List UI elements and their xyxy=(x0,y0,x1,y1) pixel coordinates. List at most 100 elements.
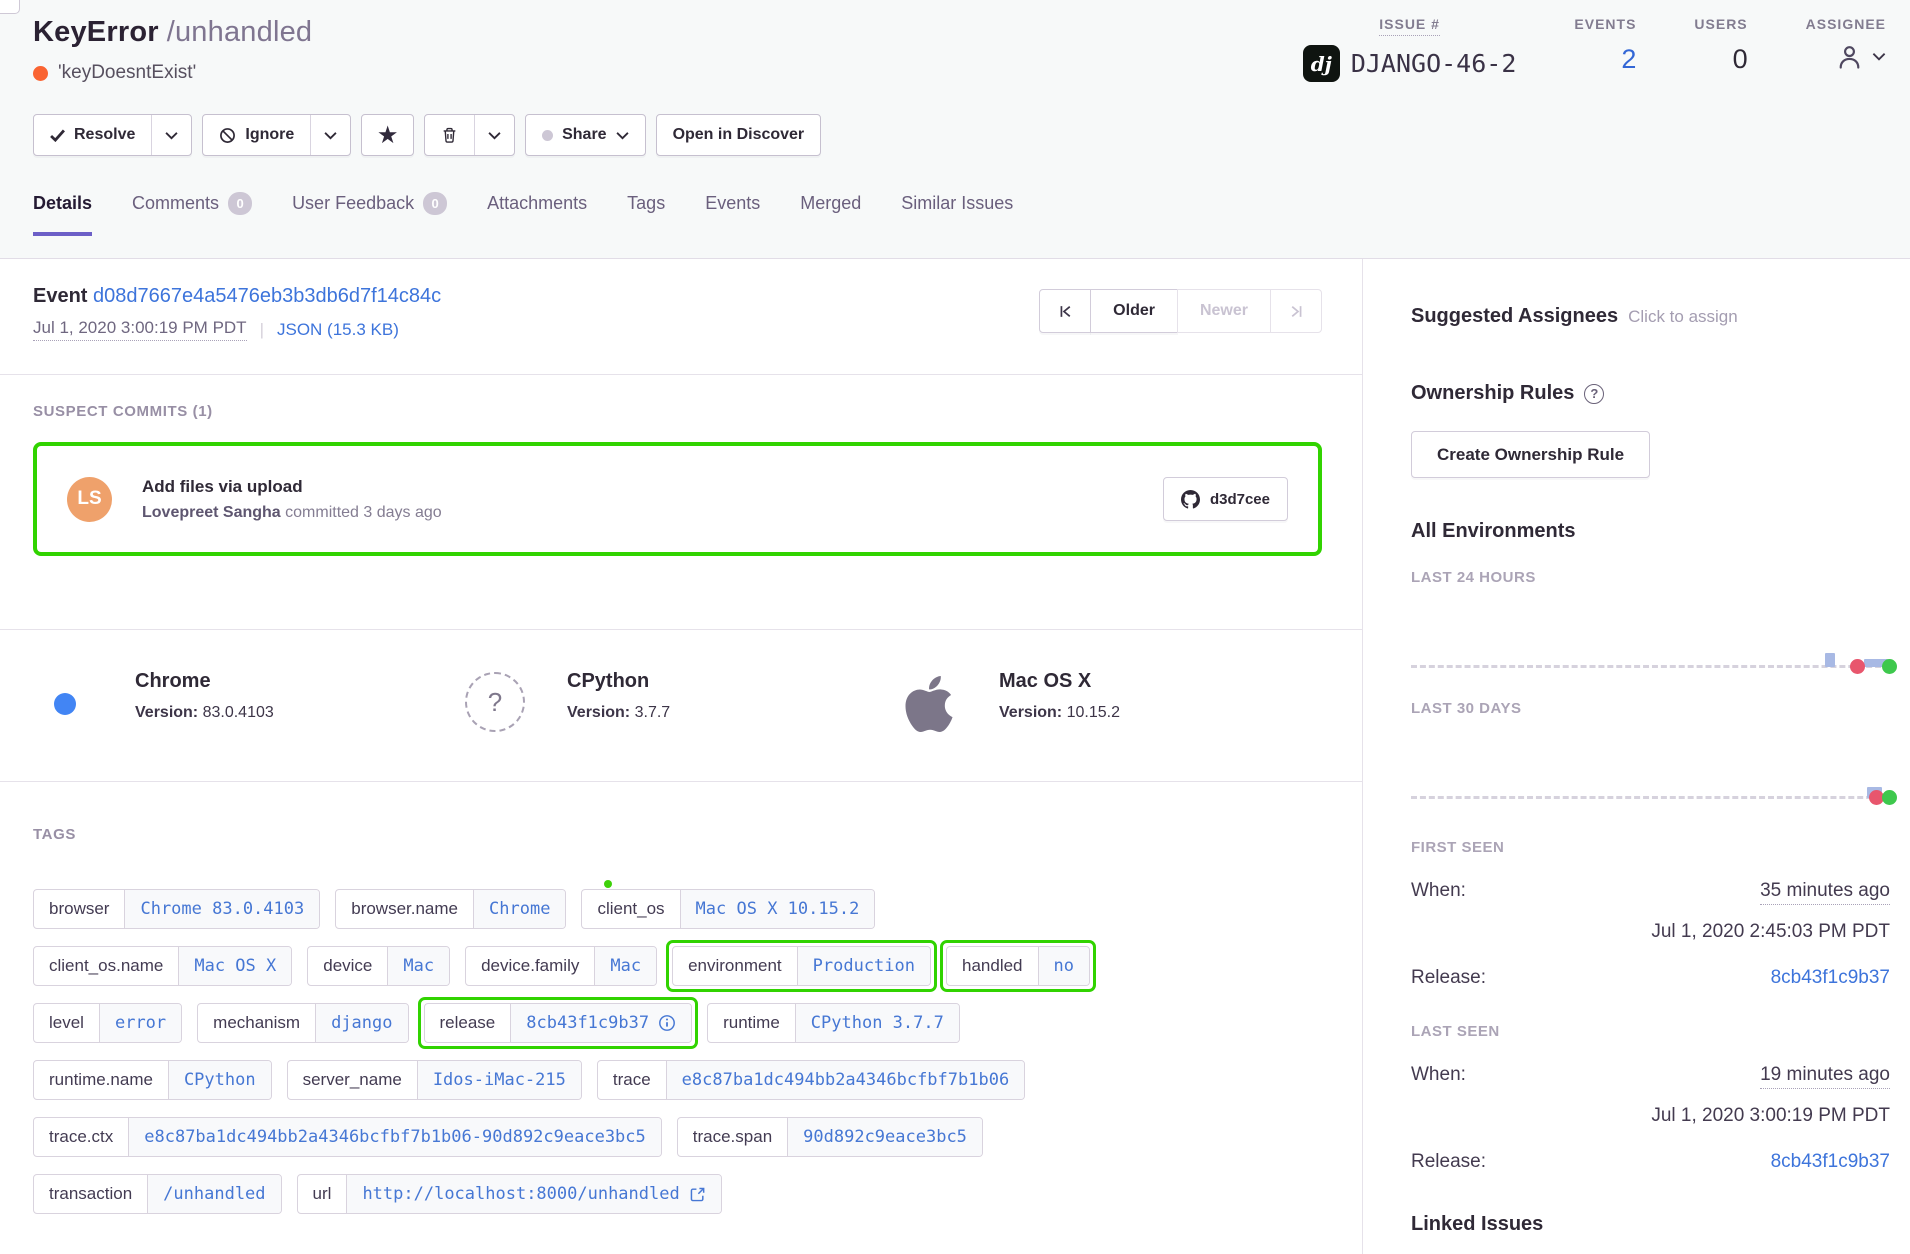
tag-value-link[interactable]: Mac OS X xyxy=(178,947,291,985)
delete-button-group xyxy=(424,114,515,156)
newer-event-button: Newer xyxy=(1177,289,1271,333)
chevron-down-icon xyxy=(165,131,178,140)
unknown-runtime-icon: ? xyxy=(465,672,529,736)
suspect-commits-heading: SUSPECT COMMITS (1) xyxy=(33,403,1322,420)
tag-value-link[interactable]: Production xyxy=(797,947,930,985)
tab-merged[interactable]: Merged xyxy=(800,192,861,236)
assignee-dropdown[interactable] xyxy=(1834,41,1886,72)
context-version: Version: 83.0.4103 xyxy=(135,704,274,722)
tag-value-link[interactable]: no xyxy=(1038,947,1089,985)
last-seen-release-link[interactable]: 8cb43f1c9b37 xyxy=(1771,1151,1890,1173)
last-seen-absolute: Jul 1, 2020 3:00:19 PM PDT xyxy=(1651,1105,1890,1127)
tag-browser-name: browser.name Chrome xyxy=(335,889,566,929)
tag-row: browser Chrome 83.0.4103 browser.name Ch… xyxy=(33,889,1329,929)
last-30-days-label: LAST 30 DAYS xyxy=(1411,700,1890,717)
tag-value-link[interactable]: Mac xyxy=(387,947,449,985)
events-count[interactable]: 2 xyxy=(1621,44,1636,75)
users-count[interactable]: 0 xyxy=(1733,44,1748,75)
commit-meta: Lovepreet Sangha committed 3 days ago xyxy=(142,504,1163,522)
context-os-text: Mac OS X Version: 10.15.2 xyxy=(999,666,1120,722)
tag-value-link[interactable]: 90d892c9eace3bc5 xyxy=(787,1118,982,1156)
tag-value-link[interactable]: Mac xyxy=(594,947,656,985)
tag-row: client_os.name Mac OS X device Mac devic… xyxy=(33,946,1329,986)
tag-value-link[interactable]: Idos-iMac-215 xyxy=(417,1061,581,1099)
tag-value-link[interactable]: Chrome 83.0.4103 xyxy=(124,890,319,928)
sparkline-baseline xyxy=(1411,665,1890,668)
stat-assignee: ASSIGNEE xyxy=(1806,16,1886,72)
first-seen-marker xyxy=(1850,659,1865,674)
tag-transaction: transaction /unhandled xyxy=(33,1174,282,1214)
tab-tags[interactable]: Tags xyxy=(627,192,665,236)
tag-mechanism: mechanism django xyxy=(197,1003,408,1043)
sidebar: Suggested Assignees Click to assign Owne… xyxy=(1363,259,1910,1254)
last-seen-relative: 19 minutes ago xyxy=(1760,1064,1890,1089)
issue-stats: ISSUE # dj DJANGO-46-2 EVENTS 2 USERS 0 … xyxy=(1303,16,1886,82)
tag-value-link[interactable]: 8cb43f1c9b37 xyxy=(510,1004,691,1042)
tag-browser: browser Chrome 83.0.4103 xyxy=(33,889,320,929)
bookmark-star-button[interactable]: ★ xyxy=(362,115,413,155)
event-json-link[interactable]: JSON (15.3 KB) xyxy=(277,320,399,340)
commit-sha-button[interactable]: d3d7cee xyxy=(1163,477,1288,521)
first-seen-absolute-row: Jul 1, 2020 2:45:03 PM PDT xyxy=(1411,921,1890,943)
event-id-block: Event d08d7667e4a5476eb3b3db6d7f14c84c J… xyxy=(33,285,441,374)
tag-value-link[interactable]: Mac OS X 10.15.2 xyxy=(680,890,875,928)
first-seen-release-row: Release: 8cb43f1c9b37 xyxy=(1411,967,1890,989)
when-label: When: xyxy=(1411,1064,1466,1086)
tab-details[interactable]: Details xyxy=(33,192,92,236)
tag-value-link[interactable]: error xyxy=(99,1004,181,1042)
resolve-button-group: Resolve xyxy=(33,114,192,156)
tag-value-link[interactable]: e8c87ba1dc494bb2a4346bcfbf7b1b06-90d892c… xyxy=(128,1118,661,1156)
first-seen-release-link[interactable]: 8cb43f1c9b37 xyxy=(1771,967,1890,989)
issue-header: KeyError/unhandled 'keyDoesntExist' ISSU… xyxy=(0,0,1910,259)
resolve-button[interactable]: Resolve xyxy=(34,115,151,155)
tag-value-link[interactable]: django xyxy=(315,1004,407,1042)
content: Event d08d7667e4a5476eb3b3db6d7f14c84c J… xyxy=(0,259,1910,1254)
tab-comments[interactable]: Comments0 xyxy=(132,192,252,236)
click-to-assign-hint[interactable]: Click to assign xyxy=(1628,307,1738,327)
create-ownership-rule-button[interactable]: Create Ownership Rule xyxy=(1411,431,1650,478)
last-seen-absolute-row: Jul 1, 2020 3:00:19 PM PDT xyxy=(1411,1105,1890,1127)
oldest-event-button[interactable] xyxy=(1039,289,1091,333)
tag-value-link[interactable]: http://localhost:8000/unhandled xyxy=(346,1175,720,1213)
external-link-icon[interactable] xyxy=(689,1186,706,1203)
tab-events[interactable]: Events xyxy=(705,192,760,236)
event-timestamp: Jul 1, 2020 3:00:19 PM PDT xyxy=(33,318,247,341)
suspect-commit-highlight: LS Add files via upload Lovepreet Sangha… xyxy=(33,442,1322,556)
issue-short-id[interactable]: DJANGO-46-2 xyxy=(1351,49,1517,78)
issue-short-id-row[interactable]: dj DJANGO-46-2 xyxy=(1303,45,1517,82)
context-version: Version: 10.15.2 xyxy=(999,704,1120,722)
ignore-dropdown-button[interactable] xyxy=(310,115,350,155)
bookmark-button-group: ★ xyxy=(361,114,414,156)
comments-count-badge: 0 xyxy=(228,192,252,215)
commit-info: Add files via upload Lovepreet Sangha co… xyxy=(142,477,1163,522)
event-bar xyxy=(1825,653,1835,667)
context-runtime-text: CPython Version: 3.7.7 xyxy=(567,666,670,722)
tab-user-feedback[interactable]: User Feedback0 xyxy=(292,192,447,236)
tag-value-link[interactable]: /unhandled xyxy=(147,1175,280,1213)
open-in-discover-button[interactable]: Open in Discover xyxy=(657,115,821,155)
delete-dropdown-button[interactable] xyxy=(474,115,514,155)
ignore-button[interactable]: Ignore xyxy=(203,115,310,155)
tab-similar-issues[interactable]: Similar Issues xyxy=(901,192,1013,236)
share-button[interactable]: Share xyxy=(526,115,644,155)
tag-value-link[interactable]: CPython xyxy=(168,1061,271,1099)
tab-attachments[interactable]: Attachments xyxy=(487,192,587,236)
older-event-button[interactable]: Older xyxy=(1090,289,1178,333)
context-name: CPython xyxy=(567,670,670,693)
last-24-hours-label: LAST 24 HOURS xyxy=(1411,569,1890,586)
event-id-link[interactable]: d08d7667e4a5476eb3b3db6d7f14c84c xyxy=(93,285,441,307)
resolve-dropdown-button[interactable] xyxy=(151,115,191,155)
when-label: When: xyxy=(1411,880,1466,902)
tag-row: transaction /unhandled url http://localh… xyxy=(33,1174,1329,1214)
delete-button[interactable] xyxy=(425,115,474,155)
tag-value-link[interactable]: Chrome xyxy=(473,890,565,928)
github-icon xyxy=(1181,490,1200,509)
tag-value-link[interactable]: CPython 3.7.7 xyxy=(795,1004,959,1042)
star-icon: ★ xyxy=(378,125,397,146)
info-icon[interactable] xyxy=(658,1014,676,1032)
tag-value-link[interactable]: e8c87ba1dc494bb2a4346bcfbf7b1b06 xyxy=(666,1061,1025,1099)
tag-trace: trace e8c87ba1dc494bb2a4346bcfbf7b1b06 xyxy=(597,1060,1025,1100)
tag-server-name: server_name Idos-iMac-215 xyxy=(287,1060,582,1100)
help-question-icon[interactable]: ? xyxy=(1584,384,1604,404)
last-seen-block: LAST SEEN When: 19 minutes ago Jul 1, 20… xyxy=(1411,1023,1890,1173)
